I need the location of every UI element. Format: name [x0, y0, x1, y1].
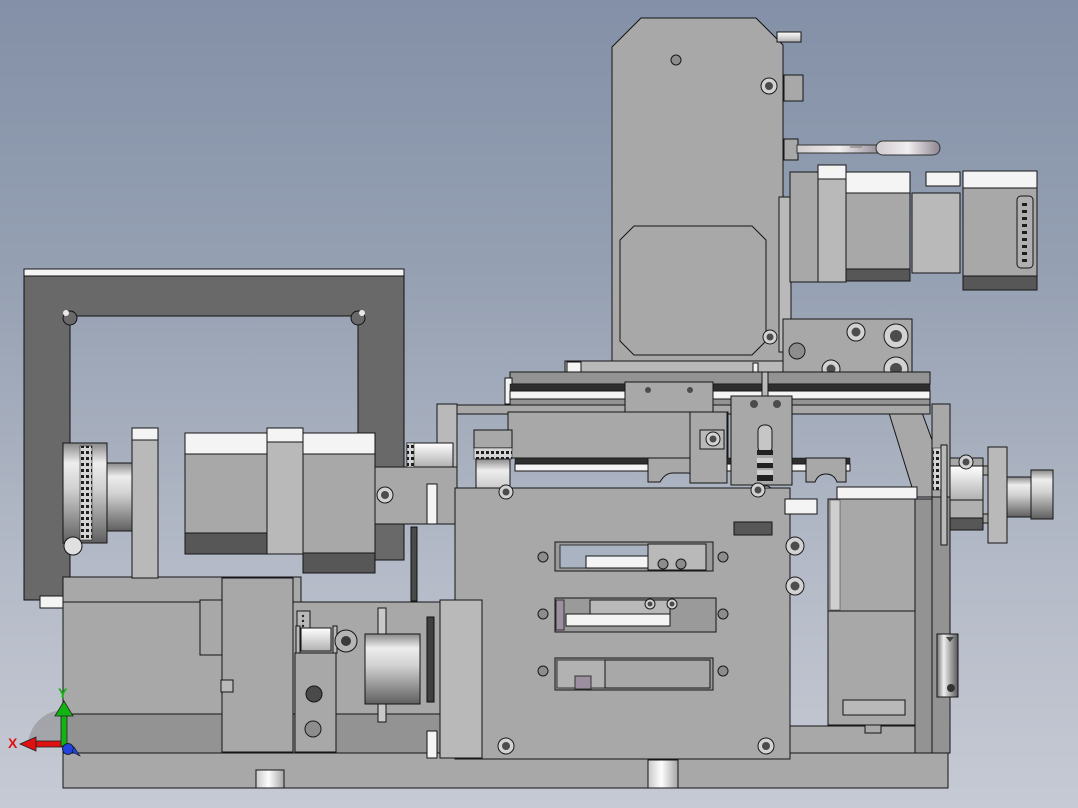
plate-edge-block[interactable] — [439, 599, 483, 759]
tower-column[interactable] — [564, 17, 804, 406]
assembly-drawing: X Y — [8, 17, 1054, 789]
right-motor-assembly[interactable] — [784, 486, 933, 754]
output-shaft-coupling[interactable] — [932, 444, 1054, 546]
rail-carriage[interactable] — [624, 381, 714, 414]
plate-edge-slot — [426, 730, 438, 759]
left-motor-assembly[interactable] — [62, 427, 376, 579]
fixture-slot-2[interactable] — [554, 597, 717, 633]
tower-access-panel[interactable] — [619, 225, 767, 356]
shaft-flange[interactable] — [987, 446, 1008, 544]
x-axis-motor[interactable] — [789, 164, 1038, 291]
clamp-handle[interactable] — [796, 140, 941, 156]
fixture-slot-3[interactable] — [554, 657, 714, 691]
cad-viewport[interactable]: X Y — [0, 0, 1078, 808]
guide-cylinder[interactable] — [936, 633, 959, 698]
center-stage-block[interactable] — [507, 411, 851, 484]
fixture-slot-1[interactable] — [554, 541, 714, 572]
fixture-plate[interactable] — [454, 482, 805, 760]
tower-hole — [670, 54, 682, 66]
tower-pin — [776, 31, 802, 43]
motor-connector[interactable] — [1016, 195, 1034, 269]
left-pulley[interactable] — [62, 442, 108, 556]
y-axis-label: Y — [58, 685, 68, 701]
x-axis-label: X — [8, 735, 18, 751]
